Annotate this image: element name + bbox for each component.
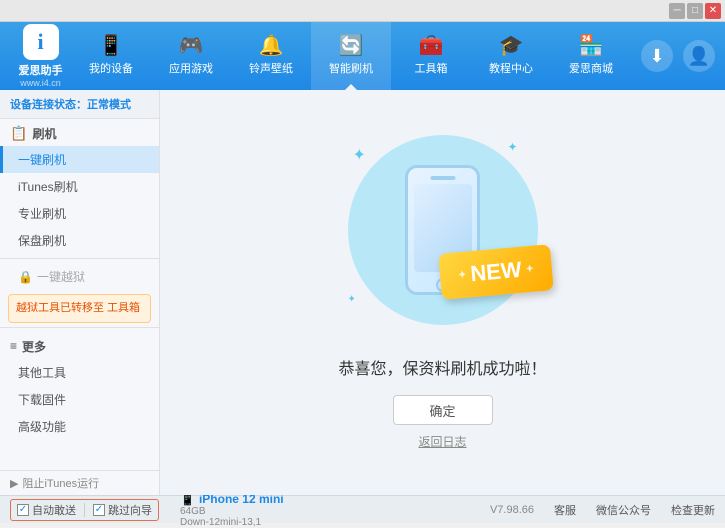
sidebar-item-other-tools[interactable]: 其他工具 xyxy=(0,359,159,386)
nav-items: 📱 我的设备 🎮 应用游戏 🔔 铃声壁纸 🔄 智能刷机 🧰 工具箱 🎓 教程中心… xyxy=(71,22,631,90)
sidebar-item-download-firmware[interactable]: 下载固件 xyxy=(0,386,159,413)
nav-item-smart-flash[interactable]: 🔄 智能刷机 xyxy=(311,22,391,90)
nav-item-apps[interactable]: 🎮 应用游戏 xyxy=(151,22,231,90)
nav-item-tutorial[interactable]: 🎓 教程中心 xyxy=(471,22,551,90)
success-message: 恭喜您，保资料刷机成功啦！ xyxy=(338,355,546,379)
wizard-label: 跳过向导 xyxy=(108,502,152,518)
lock-icon: 🔒 xyxy=(18,270,33,284)
bottom-bar: ✓ 自动敢送 ✓ 跳过向导 📱 iPhone 12 mini 64GB Down… xyxy=(0,495,725,523)
device-storage: 64GB xyxy=(180,506,284,517)
sidebar-locked-item: 🔒 一键越狱 xyxy=(0,263,159,290)
content-area: ✦ ✦ ✦ NEW 恭喜您，保资料刷机成功啦！ 确定 返回日志 xyxy=(160,90,725,495)
nav-label-apps: 应用游戏 xyxy=(169,60,213,76)
status-value: 正常模式 xyxy=(87,99,131,111)
sidebar-status: 设备连接状态：正常模式 xyxy=(0,90,159,119)
nav-right: ⬇ 👤 xyxy=(641,40,715,72)
nav-label-my-device: 我的设备 xyxy=(89,60,133,76)
sidebar-divider-2 xyxy=(0,327,159,328)
itunes-label: 阻止iTunes运行 xyxy=(22,475,99,491)
nav-item-store[interactable]: 🏪 爱思商城 xyxy=(551,22,631,90)
auto-send-checkbox[interactable]: ✓ 自动敢送 xyxy=(17,502,76,518)
logo-area: i 爱思助手 www.i4.cn xyxy=(10,24,71,88)
checkbox-group: ✓ 自动敢送 ✓ 跳过向导 xyxy=(10,499,159,521)
close-button[interactable]: ✕ xyxy=(705,3,721,19)
wizard-checkbox[interactable]: ✓ 跳过向导 xyxy=(93,502,152,518)
sparkle-top-right: ✦ xyxy=(507,140,517,154)
sidebar: 设备连接状态：正常模式 📋 刷机 一键刷机 iTunes刷机 专业刷机 保盘刷机… xyxy=(0,90,160,495)
title-bar: ─ □ ✕ xyxy=(0,0,725,22)
nav-label-smart-flash: 智能刷机 xyxy=(329,60,373,76)
service-link[interactable]: 客服 xyxy=(554,502,576,518)
go-back-link[interactable]: 返回日志 xyxy=(418,433,466,450)
sidebar-item-one-key-flash[interactable]: 一键刷机 xyxy=(0,146,159,173)
new-badge: NEW xyxy=(439,244,555,300)
nav-item-ringtone[interactable]: 🔔 铃声壁纸 xyxy=(231,22,311,90)
download-button[interactable]: ⬇ xyxy=(641,40,673,72)
logo-char: i xyxy=(37,29,43,55)
flash-section-icon: 📋 xyxy=(10,125,27,142)
new-badge-text: NEW xyxy=(470,257,523,287)
itunes-icon: ▶ xyxy=(10,477,18,490)
confirm-button[interactable]: 确定 xyxy=(393,395,493,425)
phone-illustration: ✦ ✦ ✦ NEW xyxy=(343,135,543,335)
nav-label-store: 爱思商城 xyxy=(569,60,613,76)
wechat-link[interactable]: 微信公众号 xyxy=(596,502,651,518)
apps-icon: 🎮 xyxy=(179,36,204,56)
tutorial-icon: 🎓 xyxy=(499,36,524,56)
sidebar-notice: 越狱工具已转移至 工具箱 xyxy=(8,294,151,323)
nav-label-toolbox: 工具箱 xyxy=(415,60,448,76)
status-label: 设备连接状态： xyxy=(10,99,87,111)
device-os: Down-12mini-13,1 xyxy=(180,517,284,528)
wizard-checkbox-box[interactable]: ✓ xyxy=(93,504,105,516)
more-label: 更多 xyxy=(22,338,46,355)
sparkle-top-left: ✦ xyxy=(353,145,366,165)
sparkle-bottom-left: ✦ xyxy=(348,294,356,305)
user-button[interactable]: 👤 xyxy=(683,40,715,72)
top-nav: i 爱思助手 www.i4.cn 📱 我的设备 🎮 应用游戏 🔔 铃声壁纸 🔄 … xyxy=(0,22,725,90)
sidebar-item-advanced[interactable]: 高级功能 xyxy=(0,413,159,440)
logo-icon: i xyxy=(23,24,59,60)
toolbox-icon: 🧰 xyxy=(419,36,444,56)
bottom-right: V7.98.66 客服 微信公众号 检查更新 xyxy=(490,502,715,518)
minimize-button[interactable]: ─ xyxy=(669,3,685,19)
store-icon: 🏪 xyxy=(579,36,604,56)
sidebar-item-pro-flash[interactable]: 专业刷机 xyxy=(0,200,159,227)
phone-icon: 📱 xyxy=(99,36,124,56)
phone-speaker xyxy=(430,176,455,180)
locked-label: 一键越狱 xyxy=(37,268,85,285)
content-wrapper: ✦ ✦ ✦ NEW 恭喜您，保资料刷机成功啦！ 确定 返回日志 xyxy=(160,90,725,495)
checkbox-divider xyxy=(84,503,85,517)
flash-section-label: 刷机 xyxy=(32,125,56,142)
ringtone-icon: 🔔 xyxy=(259,36,284,56)
main-layout: 设备连接状态：正常模式 📋 刷机 一键刷机 iTunes刷机 专业刷机 保盘刷机… xyxy=(0,90,725,495)
logo-text: 爱思助手 xyxy=(19,62,63,78)
bottom-left: ✓ 自动敢送 ✓ 跳过向导 xyxy=(10,499,170,521)
auto-send-checkbox-box[interactable]: ✓ xyxy=(17,504,29,516)
bottom-device: 📱 iPhone 12 mini 64GB Down-12mini-13,1 xyxy=(170,492,284,528)
section-header-flash: 📋 刷机 xyxy=(0,119,159,146)
auto-send-label: 自动敢送 xyxy=(32,502,76,518)
nav-label-tutorial: 教程中心 xyxy=(489,60,533,76)
version-label: V7.98.66 xyxy=(490,504,534,516)
nav-item-toolbox[interactable]: 🧰 工具箱 xyxy=(391,22,471,90)
itunes-bar[interactable]: ▶ 阻止iTunes运行 xyxy=(0,470,160,495)
flash-icon: 🔄 xyxy=(339,36,364,56)
sidebar-item-save-flash[interactable]: 保盘刷机 xyxy=(0,227,159,254)
more-section-header: ≡ 更多 xyxy=(0,332,159,359)
sidebar-divider-1 xyxy=(0,258,159,259)
maximize-button[interactable]: □ xyxy=(687,3,703,19)
nav-item-my-device[interactable]: 📱 我的设备 xyxy=(71,22,151,90)
update-link[interactable]: 检查更新 xyxy=(671,502,715,518)
nav-label-ringtone: 铃声壁纸 xyxy=(249,60,293,76)
sidebar-item-itunes-flash[interactable]: iTunes刷机 xyxy=(0,173,159,200)
logo-url: www.i4.cn xyxy=(20,78,61,88)
more-icon: ≡ xyxy=(10,339,17,353)
